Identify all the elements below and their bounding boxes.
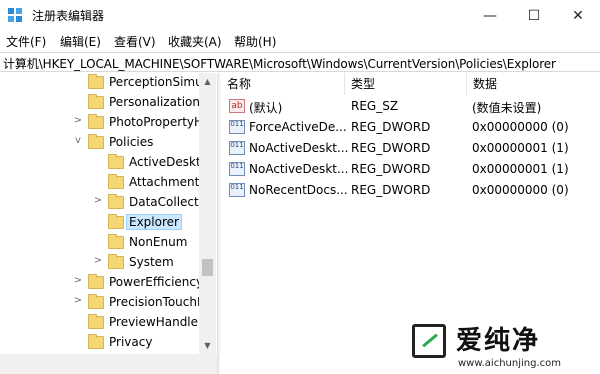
window-title: 注册表编辑器 <box>32 9 105 23</box>
menu-view[interactable]: 查看(V) <box>114 33 156 50</box>
watermark-brand-text: 爱纯净 <box>456 326 541 356</box>
tree-item-label: Personalization <box>109 95 200 109</box>
folder-icon <box>108 174 124 189</box>
value-row[interactable]: 011 ForceActiveDe... REG_DWORD 0x0000000… <box>221 117 600 138</box>
address-path[interactable]: 计算机\HKEY_LOCAL_MACHINE\SOFTWARE\Microsof… <box>3 55 556 72</box>
watermark-url: www.aichunjing.com <box>458 358 561 369</box>
address-bar[interactable]: 计算机\HKEY_LOCAL_MACHINE\SOFTWARE\Microsof… <box>0 52 600 72</box>
tree-scrollbar[interactable]: ▲ ▼ <box>199 73 216 354</box>
minimize-button[interactable]: — <box>468 0 512 31</box>
maximize-button[interactable]: ☐ <box>512 0 556 31</box>
scroll-down-arrow-icon[interactable]: ▼ <box>199 337 216 354</box>
folder-icon <box>88 314 104 329</box>
brand-logo-icon <box>412 324 446 358</box>
value-name: NoActiveDeskt... <box>249 162 349 176</box>
tree-item-label: PowerEfficiency <box>109 275 204 289</box>
folder-icon <box>88 334 104 349</box>
tree-item-label: NonEnum <box>129 235 188 249</box>
folder-icon <box>108 194 124 209</box>
binary-value-icon: 011 <box>229 162 245 176</box>
chevron-down-icon[interactable]: v <box>72 135 84 146</box>
menu-file[interactable]: 文件(F) <box>6 33 46 50</box>
tree-item-label: PreviewHandler <box>109 315 203 329</box>
tree-item-label: Attachments <box>129 175 206 189</box>
value-type: REG_DWORD <box>351 120 431 134</box>
value-type: REG_DWORD <box>351 141 431 155</box>
tree-item-label: Privacy <box>109 335 153 349</box>
column-header-type[interactable]: 类型 <box>345 73 467 95</box>
binary-value-icon: 011 <box>229 141 245 155</box>
folder-icon <box>108 154 124 169</box>
tree-item-label: System <box>129 255 174 269</box>
close-button[interactable]: ✕ <box>556 0 600 31</box>
tree-horizontal-scroll-strip[interactable] <box>0 354 217 374</box>
watermark-logo: 爱纯净 www.aichunjing.com <box>400 318 600 374</box>
value-data: 0x00000000 (0) <box>472 120 569 134</box>
scroll-up-arrow-icon[interactable]: ▲ <box>199 73 216 90</box>
tree-item-label: Explorer <box>126 214 182 230</box>
chevron-right-icon[interactable]: > <box>72 115 84 126</box>
tree-item-label: PhotoPropertyH <box>109 115 204 129</box>
menu-edit[interactable]: 编辑(E) <box>60 33 101 50</box>
tree-item-label: PerceptionSimu <box>109 75 203 89</box>
folder-icon <box>108 214 124 229</box>
registry-editor-app-icon <box>8 8 24 24</box>
value-name: NoRecentDocs... <box>249 183 348 197</box>
value-row[interactable]: ab (默认) REG_SZ (数值未设置) <box>221 96 600 117</box>
menu-help[interactable]: 帮助(H) <box>234 33 276 50</box>
value-name: (默认) <box>249 101 283 115</box>
value-name: NoActiveDeskt... <box>249 141 349 155</box>
value-data: (数值未设置) <box>472 101 542 115</box>
chevron-right-icon[interactable]: > <box>72 295 84 306</box>
key-tree[interactable]: PerceptionSimu Personalization > PhotoPr… <box>0 73 216 374</box>
value-data: 0x00000001 (1) <box>472 162 569 176</box>
tree-item-label: Policies <box>109 135 154 149</box>
string-value-icon: ab <box>229 99 245 113</box>
folder-icon <box>88 274 104 289</box>
value-type: REG_SZ <box>351 99 399 113</box>
menu-favorites[interactable]: 收藏夹(A) <box>168 33 222 50</box>
title-bar: 注册表编辑器 — ☐ ✕ <box>0 0 600 31</box>
value-row[interactable]: 011 NoRecentDocs... REG_DWORD 0x00000000… <box>221 180 600 201</box>
value-type: REG_DWORD <box>351 183 431 197</box>
folder-icon <box>88 134 104 149</box>
value-data: 0x00000000 (0) <box>472 183 569 197</box>
folder-icon <box>88 74 104 89</box>
column-header-name[interactable]: 名称 <box>221 73 345 95</box>
chevron-right-icon[interactable]: > <box>92 255 104 266</box>
chevron-right-icon[interactable]: > <box>72 275 84 286</box>
folder-icon <box>88 94 104 109</box>
column-header-data[interactable]: 数据 <box>467 73 600 95</box>
folder-icon <box>108 234 124 249</box>
binary-value-icon: 011 <box>229 183 245 197</box>
scroll-thumb[interactable] <box>202 259 213 276</box>
binary-value-icon: 011 <box>229 120 245 134</box>
folder-icon <box>88 114 104 129</box>
folder-icon <box>108 254 124 269</box>
pane-splitter[interactable] <box>217 73 220 374</box>
value-row[interactable]: 011 NoActiveDeskt... REG_DWORD 0x0000000… <box>221 159 600 180</box>
menu-bar: 文件(F) 编辑(E) 查看(V) 收藏夹(A) 帮助(H) <box>0 31 600 51</box>
value-row[interactable]: 011 NoActiveDeskt... REG_DWORD 0x0000000… <box>221 138 600 159</box>
value-name: ForceActiveDe... <box>249 120 347 134</box>
tree-item-label: PrecisionTouchI <box>109 295 201 309</box>
value-type: REG_DWORD <box>351 162 431 176</box>
value-data: 0x00000001 (1) <box>472 141 569 155</box>
chevron-right-icon[interactable]: > <box>92 195 104 206</box>
folder-icon <box>88 294 104 309</box>
